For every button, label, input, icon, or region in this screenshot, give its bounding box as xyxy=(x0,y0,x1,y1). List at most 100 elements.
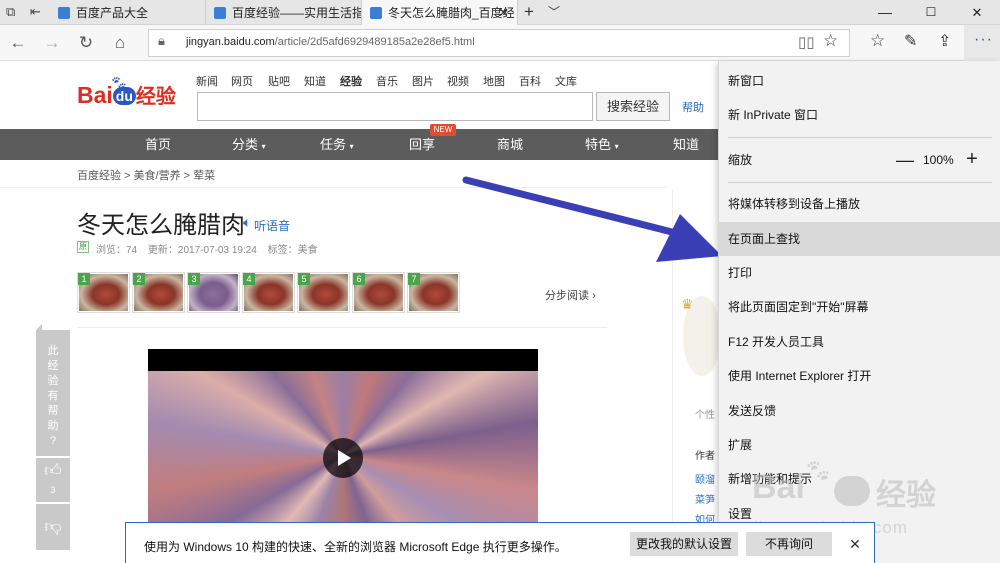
thumbs-up-icon: 👍︎ xyxy=(44,461,62,480)
menu-item[interactable]: 首页 xyxy=(145,129,171,160)
new-tab-icon[interactable]: + xyxy=(524,2,534,22)
arrow-head xyxy=(656,214,722,262)
tab-label: 百度产品大全 xyxy=(76,6,149,20)
menu-item[interactable]: 分类 ▾ xyxy=(232,129,266,160)
chevron-down-icon: ▾ xyxy=(349,142,354,151)
step-thumbnail[interactable]: 3 xyxy=(187,272,240,313)
tab-1[interactable]: 百度产品大全 xyxy=(50,0,206,25)
dislike-button[interactable]: 👎︎ xyxy=(36,504,70,550)
like-button[interactable]: 👍︎ 3 xyxy=(36,458,70,502)
step-thumbnail[interactable]: 4 xyxy=(242,272,295,313)
menu-send-feedback[interactable]: 发送反馈 xyxy=(719,394,1000,428)
update-time: 更新：2017-07-03 19:24 xyxy=(147,245,257,256)
step-thumbnail[interactable]: 2 xyxy=(132,272,185,313)
menu-new-inprivate[interactable]: 新 InPrivate 窗口 xyxy=(719,98,1000,132)
share-icon[interactable]: ⇪ xyxy=(938,31,951,51)
watermark-jingyan: 经验 xyxy=(876,479,936,512)
back-icon[interactable]: ← xyxy=(6,31,30,55)
top-link[interactable]: 百科 xyxy=(519,73,541,89)
tags: 标签：美食 xyxy=(267,245,318,256)
tts-link[interactable]: 听语音 xyxy=(254,217,290,234)
step-number: 7 xyxy=(408,273,420,285)
helpful-char: 帮 xyxy=(47,405,59,417)
menu-zoom: 缩放 xyxy=(728,153,753,167)
watermark-du-bubble xyxy=(834,476,870,506)
set-aside-tabs-icon[interactable]: ⇤ xyxy=(30,4,41,20)
side-text: 个性 xyxy=(695,410,715,421)
more-menu-button[interactable]: ··· xyxy=(964,25,1000,61)
change-default-button[interactable]: 更改我的默认设置 xyxy=(630,532,738,556)
side-link[interactable]: 颐溜 xyxy=(695,471,715,486)
menu-item[interactable]: 知道 xyxy=(673,129,699,160)
maximize-button[interactable]: ☐ xyxy=(908,0,954,25)
notification-close-icon[interactable]: ✕ xyxy=(846,535,864,553)
chevron-down-icon[interactable]: ﹀ xyxy=(548,3,560,20)
logo-bai: Bai xyxy=(77,82,113,108)
step-read-link[interactable]: 分步阅读 › xyxy=(545,287,596,303)
menu-extensions[interactable]: 扩展 xyxy=(719,428,1000,462)
top-link-active[interactable]: 经验 xyxy=(340,73,362,89)
home-icon[interactable]: ⌂ xyxy=(108,31,132,55)
tab-2[interactable]: 百度经验——实用生活指南 xyxy=(206,0,362,25)
pen-icon[interactable]: ✎ xyxy=(904,31,917,51)
new-badge: NEW xyxy=(430,124,456,136)
breadcrumb-item[interactable]: 荤菜 xyxy=(193,170,215,182)
helpful-char: 验 xyxy=(47,375,59,387)
top-link[interactable]: 地图 xyxy=(483,73,505,89)
url-text[interactable]: jingyan.baidu.com/article/2d5afd69294891… xyxy=(186,34,475,50)
zoom-in-button[interactable]: + xyxy=(962,148,982,170)
forward-icon[interactable]: → xyxy=(40,31,64,55)
zoom-out-button[interactable]: — xyxy=(895,150,915,170)
like-count: 3 xyxy=(50,485,56,495)
menu-open-with-ie[interactable]: 使用 Internet Explorer 打开 xyxy=(719,359,1000,393)
tab-actions-icon[interactable]: ⧉ xyxy=(6,4,15,20)
top-link[interactable]: 文库 xyxy=(555,73,577,89)
menu-new-window[interactable]: 新窗口 xyxy=(719,64,1000,98)
search-button[interactable]: 搜索经验 xyxy=(596,92,670,121)
play-icon[interactable] xyxy=(323,438,363,478)
menu-item[interactable]: 特色 ▾ xyxy=(585,129,619,160)
top-link[interactable]: 网页 xyxy=(231,73,253,89)
reading-view-icon[interactable]: ▯▯ xyxy=(798,33,815,51)
search-input[interactable] xyxy=(197,92,593,121)
top-link[interactable]: 音乐 xyxy=(376,73,398,89)
speaker-icon[interactable]: 🔈︎ xyxy=(243,214,251,231)
close-button[interactable]: ✕ xyxy=(954,0,1000,25)
menu-find-on-page[interactable]: 在页面上查找 xyxy=(719,222,1000,256)
favorite-star-icon[interactable]: ☆ xyxy=(823,31,838,51)
menu-print[interactable]: 打印 xyxy=(719,256,1000,290)
menu-pin-to-start[interactable]: 将此页面固定到"开始"屏幕 xyxy=(719,290,1000,324)
step-thumbnail[interactable]: 6 xyxy=(352,272,405,313)
refresh-icon[interactable]: ↻ xyxy=(74,31,98,55)
side-link[interactable]: 菜笋 xyxy=(695,491,715,506)
top-link[interactable]: 新闻 xyxy=(196,73,218,89)
browser-window: ⧉ ⇤ 百度产品大全 百度经验——实用生活指南 冬天怎么腌腊肉_百度经 ✕ + … xyxy=(0,0,1000,563)
menu-dev-tools[interactable]: F12 开发人员工具 xyxy=(719,325,1000,359)
top-link[interactable]: 图片 xyxy=(412,73,434,89)
dont-ask-button[interactable]: 不再询问 xyxy=(746,532,832,556)
menu-item[interactable]: 任务 ▾ xyxy=(320,129,354,160)
help-link[interactable]: 帮助 xyxy=(682,99,704,115)
minimize-button[interactable]: — xyxy=(862,0,908,25)
close-tab-icon[interactable]: ✕ xyxy=(498,5,509,21)
paw-icon xyxy=(370,6,382,19)
breadcrumb-item[interactable]: 美食/营养 xyxy=(134,170,181,182)
menu-item[interactable]: 商城 xyxy=(497,129,523,160)
step-number: 3 xyxy=(188,273,200,285)
breadcrumb: 百度经验 > 美食/营养 > 荤菜 xyxy=(77,170,216,182)
top-link[interactable]: 视频 xyxy=(447,73,469,89)
tab-3-active[interactable]: 冬天怎么腌腊肉_百度经 ✕ xyxy=(362,0,518,25)
favorites-hub-icon[interactable]: ☆ xyxy=(870,31,885,51)
top-link[interactable]: 贴吧 xyxy=(268,73,290,89)
chevron-right-icon: › xyxy=(592,290,596,302)
notification-text: 使用为 Windows 10 构建的快速、全新的浏览器 Microsoft Ed… xyxy=(144,540,567,554)
step-thumbnail[interactable]: 7 xyxy=(407,272,460,313)
menu-cast-media[interactable]: 将媒体转移到设备上播放 xyxy=(719,187,1000,221)
url-path: /article/2d5afd6929489185a2e28ef5.html xyxy=(274,36,475,48)
divider xyxy=(77,327,607,328)
step-thumbnail[interactable]: 5 xyxy=(297,272,350,313)
step-thumbnail[interactable]: 1 xyxy=(77,272,130,313)
breadcrumb-item[interactable]: 百度经验 xyxy=(77,170,121,182)
paw-icon: 🐾︎ xyxy=(804,458,832,483)
top-link[interactable]: 知道 xyxy=(304,73,326,89)
